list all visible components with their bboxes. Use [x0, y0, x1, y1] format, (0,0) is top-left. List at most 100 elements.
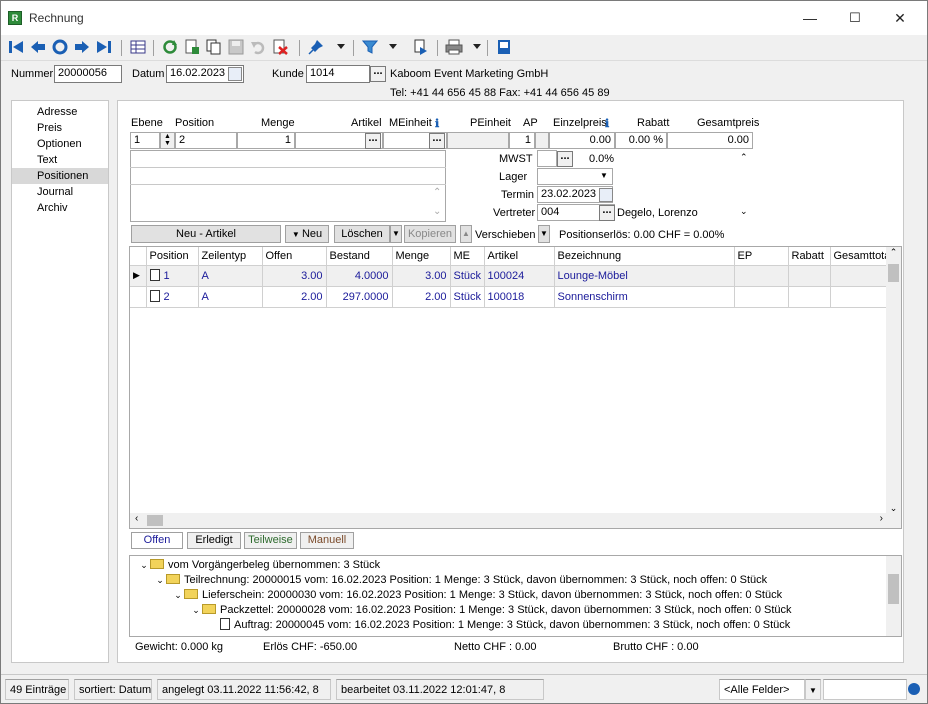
- refresh-nav-icon[interactable]: [51, 38, 69, 56]
- tab-offen[interactable]: Offen: [131, 532, 183, 549]
- ebene-field[interactable]: 1: [130, 132, 160, 149]
- new-document-icon[interactable]: [183, 38, 201, 56]
- field-select[interactable]: <Alle Felder>: [719, 679, 805, 700]
- loeschen-button[interactable]: Löschen: [334, 225, 390, 243]
- col-ep[interactable]: EP: [734, 247, 789, 266]
- print-icon[interactable]: [445, 38, 463, 56]
- verschieben-label[interactable]: Verschieben: [475, 229, 536, 241]
- scroll-down-icon[interactable]: ⌄: [886, 503, 901, 514]
- undo-icon[interactable]: [249, 38, 267, 56]
- scroll-thumb[interactable]: [888, 264, 899, 282]
- meinheit-help-icon[interactable]: ℹ: [435, 117, 439, 130]
- rabatt-field[interactable]: 0.00 %: [615, 132, 667, 149]
- menge-field[interactable]: 1: [237, 132, 295, 149]
- scroll-left-icon[interactable]: ‹: [135, 513, 138, 524]
- verschieben-up-icon[interactable]: ▲: [460, 225, 472, 243]
- ap-field[interactable]: [535, 132, 549, 149]
- export-icon[interactable]: [411, 38, 429, 56]
- tree-scrollbar[interactable]: [886, 556, 901, 636]
- grid-horizontal-scrollbar[interactable]: ‹ ›: [130, 513, 888, 528]
- print-dropdown-icon[interactable]: [471, 38, 483, 56]
- table-row[interactable]: ▶ 1 A 3.00 4.0000 3.00 Stück 100024 Loun…: [130, 265, 889, 287]
- pin-icon[interactable]: [307, 38, 325, 56]
- verschieben-dropdown-icon[interactable]: ▼: [538, 225, 550, 243]
- loeschen-dropdown-icon[interactable]: ▼: [390, 225, 402, 243]
- col-artikel[interactable]: Artikel: [484, 247, 555, 266]
- previous-record-icon[interactable]: [29, 38, 47, 56]
- nav-item-preis[interactable]: Preis: [12, 120, 108, 136]
- info-icon[interactable]: [495, 38, 513, 56]
- table-row[interactable]: 2 A 2.00 297.0000 2.00 Stück 100018 Sonn…: [130, 286, 889, 308]
- col-menge[interactable]: Menge: [392, 247, 451, 266]
- next-record-icon[interactable]: [73, 38, 91, 56]
- quick-search-input[interactable]: [823, 679, 907, 700]
- first-record-icon[interactable]: [7, 38, 25, 56]
- last-record-icon[interactable]: [95, 38, 113, 56]
- detail-scroll-up-icon[interactable]: ⌃: [740, 152, 748, 163]
- col-bestand[interactable]: Bestand: [326, 247, 393, 266]
- filter-dropdown-icon[interactable]: [387, 38, 399, 56]
- collapse-icon[interactable]: ⌄: [172, 588, 184, 603]
- tab-teilweise[interactable]: Teilweise: [244, 532, 297, 549]
- nav-item-journal[interactable]: Journal: [12, 184, 108, 200]
- text-scroll-up-icon[interactable]: ⌃: [433, 187, 441, 198]
- tree-node[interactable]: ⌄ Lieferschein: 20000030 vom: 16.02.2023 …: [172, 588, 782, 603]
- scroll-up-icon[interactable]: ⌃: [886, 247, 901, 258]
- col-zeilentyp[interactable]: Zeilentyp: [198, 247, 263, 266]
- reload-icon[interactable]: [161, 38, 179, 56]
- maximize-button[interactable]: ☐: [832, 1, 878, 35]
- col-gesamttotal[interactable]: Gesamttota: [830, 247, 889, 266]
- vertreter-lookup-button[interactable]: ...: [599, 205, 615, 221]
- delete-icon[interactable]: [271, 38, 289, 56]
- collapse-icon[interactable]: ⌄: [138, 558, 150, 573]
- ebene-spinner[interactable]: ▲ ▼: [160, 132, 175, 149]
- tree-scroll-thumb[interactable]: [888, 574, 899, 604]
- meinheit-lookup-button[interactable]: ...: [429, 133, 445, 149]
- col-offen[interactable]: Offen: [262, 247, 327, 266]
- hscroll-thumb[interactable]: [147, 515, 163, 526]
- pin-dropdown-icon[interactable]: [335, 38, 347, 56]
- minimize-button[interactable]: —: [787, 1, 833, 35]
- collapse-icon[interactable]: ⌄: [190, 603, 202, 618]
- search-globe-icon[interactable]: [908, 683, 920, 695]
- grid-vertical-scrollbar[interactable]: ⌃ ⌄: [886, 247, 901, 528]
- gesamtpreis-field[interactable]: 0.00: [667, 132, 753, 149]
- neu-artikel-button[interactable]: Neu - Artikel: [131, 225, 281, 243]
- kopieren-button[interactable]: Kopieren: [404, 225, 456, 243]
- nav-item-positionen[interactable]: Positionen: [12, 168, 108, 184]
- kunde-field[interactable]: 1014: [306, 65, 370, 83]
- tree-node[interactable]: ⌄ Teilrechnung: 20000015 vom: 16.02.2023 …: [154, 573, 767, 588]
- field-select-dropdown-icon[interactable]: ▼: [805, 679, 821, 700]
- nav-item-optionen[interactable]: Optionen: [12, 136, 108, 152]
- save-icon[interactable]: [227, 38, 245, 56]
- position-field[interactable]: 2: [175, 132, 237, 149]
- col-position[interactable]: Position: [146, 247, 199, 266]
- tree-node[interactable]: ⌄ vom Vorgängerbeleg übernommen: 3 Stück: [138, 558, 380, 573]
- nummer-field[interactable]: 20000056: [54, 65, 122, 83]
- mwst-lookup-button[interactable]: ...: [557, 151, 573, 167]
- termin-calendar-icon[interactable]: [599, 188, 613, 202]
- position-text-area[interactable]: [130, 150, 446, 222]
- artikel-lookup-button[interactable]: ...: [365, 133, 381, 149]
- mwst-field[interactable]: [537, 150, 557, 167]
- kunde-lookup-button[interactable]: ...: [370, 66, 386, 82]
- detail-scroll-down-icon[interactable]: ⌄: [740, 206, 748, 217]
- filter-icon[interactable]: [361, 38, 379, 56]
- datum-calendar-icon[interactable]: [228, 67, 242, 81]
- nav-item-archiv[interactable]: Archiv: [12, 200, 108, 216]
- neu-button[interactable]: ▼ Neu: [285, 225, 329, 243]
- table-view-icon[interactable]: [129, 38, 147, 56]
- tab-manuell[interactable]: Manuell: [300, 532, 354, 549]
- close-button[interactable]: ✕: [877, 1, 923, 35]
- tree-node[interactable]: ⌄ Packzettel: 20000028 vom: 16.02.2023 Po…: [190, 603, 792, 618]
- collapse-icon[interactable]: ⌄: [154, 573, 166, 588]
- scroll-right-icon[interactable]: ›: [880, 513, 883, 524]
- einzelpreis-help-icon[interactable]: ℹ: [605, 117, 609, 130]
- copy-document-icon[interactable]: [205, 38, 223, 56]
- col-me[interactable]: ME: [450, 247, 485, 266]
- col-bezeichnung[interactable]: Bezeichnung: [554, 247, 735, 266]
- einzelpreis-field[interactable]: 0.00: [549, 132, 615, 149]
- peinheit-field[interactable]: 1: [509, 132, 535, 149]
- tree-node[interactable]: Auftrag: 20000045 vom: 16.02.2023 Positi…: [220, 618, 790, 633]
- col-rabatt[interactable]: Rabatt: [788, 247, 831, 266]
